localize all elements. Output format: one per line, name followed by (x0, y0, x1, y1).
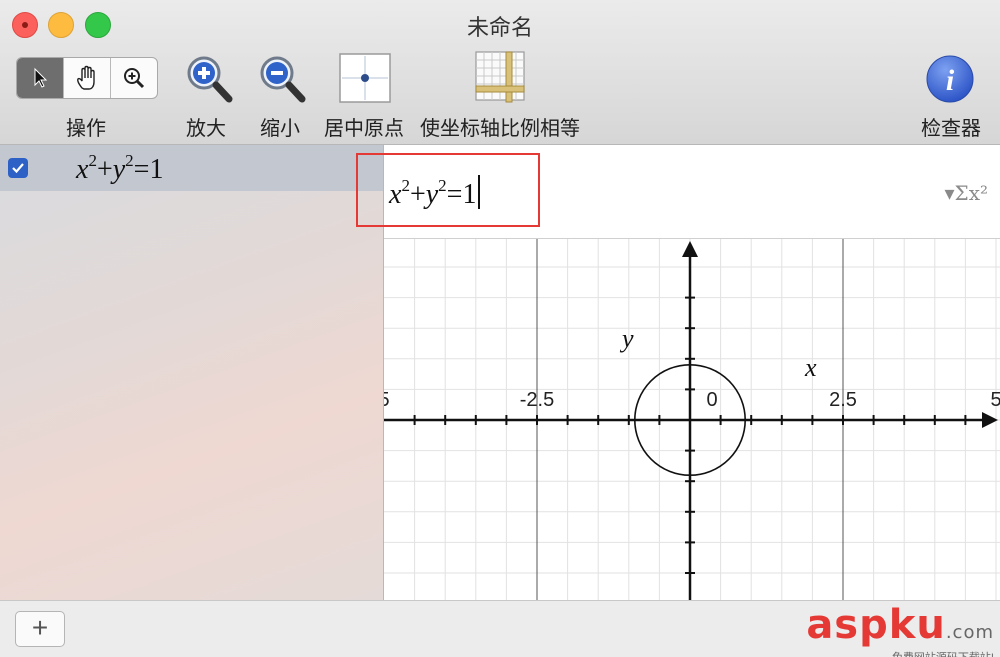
window-title: 未命名 (466, 15, 533, 40)
toolbar: 未命名 操作 放大 缩小 居中原点 使坐标轴比例相等 i 检查器 (0, 0, 1000, 145)
magnifier-plus-icon (124, 68, 145, 89)
zoom-tool-button[interactable] (111, 58, 157, 98)
add-equation-button[interactable]: + (15, 611, 65, 647)
eq-plus: + (96, 154, 113, 185)
actions-label: 操作 (66, 118, 106, 140)
center-origin-label: 居中原点 (324, 118, 404, 140)
equation-sidebar: x2+y2=1 (0, 145, 384, 600)
zoom-in-icon (187, 56, 233, 103)
equal-axes-label: 使坐标轴比例相等 (420, 118, 580, 140)
equation-editor[interactable]: x2+y2=1 ▾Σx² (356, 145, 1000, 239)
inspector-button[interactable]: i (925, 54, 975, 104)
eq-x: x (76, 154, 89, 185)
watermark: aspku.com 免费网站源码下载站! (806, 605, 994, 657)
eq-y-power: 2 (125, 151, 134, 170)
zoom-in-button[interactable] (183, 52, 235, 106)
x-axis-label: x (804, 353, 817, 382)
action-mode-segmented-control (16, 57, 158, 99)
x-tick-label: -2.5 (520, 389, 554, 411)
checkmark-icon (12, 163, 24, 174)
equation-label: x2+y2=1 (76, 151, 163, 186)
equation-list-item[interactable]: x2+y2=1 (0, 145, 383, 191)
arrow-pointer-icon (34, 67, 48, 88)
info-icon: i (926, 55, 974, 103)
eq-x-power: 2 (88, 151, 97, 170)
zoom-out-icon (260, 56, 306, 103)
bottom-bar: + aspku.com 免费网站源码下载站! (0, 600, 1000, 657)
zoom-out-label: 缩小 (260, 118, 300, 140)
center-origin-icon (339, 53, 391, 103)
x-tick-label: 5 (990, 389, 1000, 411)
x-tick-label: 2.5 (829, 389, 857, 411)
app-window: 未命名 操作 放大 缩小 居中原点 使坐标轴比例相等 i 检查器 x2+y2=1… (0, 0, 1000, 657)
graph-plot[interactable]: 5 -2.5 0 2.5 5 x y (378, 239, 1000, 600)
equation-visible-checkbox[interactable] (8, 158, 28, 178)
select-tool-button[interactable] (17, 58, 64, 98)
watermark-text: aspku (806, 602, 946, 648)
watermark-suffix: .com (945, 622, 994, 643)
y-axis-label: y (619, 324, 634, 353)
highlight-box (356, 153, 540, 227)
hand-tool-button[interactable] (64, 58, 111, 98)
x-tick-label: 0 (706, 389, 717, 411)
math-format-menu-button[interactable]: ▾Σx² (945, 181, 988, 205)
eq-rhs: =1 (133, 154, 164, 185)
graph-canvas[interactable]: 5 -2.5 0 2.5 5 x y (378, 239, 1000, 600)
eq-y: y (112, 154, 126, 185)
zoom-in-label: 放大 (186, 118, 226, 140)
hand-icon (77, 65, 95, 90)
equal-axes-button[interactable] (472, 50, 528, 106)
inspector-label: 检查器 (921, 118, 981, 140)
center-origin-button[interactable] (338, 52, 392, 104)
x-tick-label: 5 (384, 389, 390, 411)
y-axis-arrow (682, 241, 698, 257)
inspector-glyph: i (946, 64, 955, 97)
zoom-out-button[interactable] (256, 52, 308, 106)
ruler-grid-icon (475, 51, 525, 103)
